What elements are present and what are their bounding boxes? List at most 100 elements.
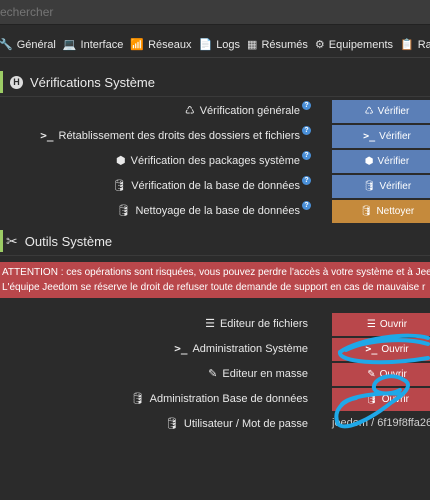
row-label-text: Nettoyage de la base de données: [135, 204, 300, 217]
row-credentials: 🛢 Utilisateur / Mot de passe jeedom / 6f1…: [0, 413, 430, 437]
row-label-text: Administration Système: [192, 342, 308, 355]
database-icon: 🛢: [130, 393, 145, 405]
help-icon[interactable]: ?: [302, 151, 311, 160]
clean-database-button[interactable]: 🛢 Nettoyer: [332, 200, 430, 223]
tab-interface[interactable]: 💻 Interface: [63, 34, 131, 56]
warning-line-2: L'équipe Jeedom se réserve le droit de r…: [2, 282, 426, 293]
row-label: >_ Administration Système: [174, 342, 308, 355]
terminal-icon: >_: [363, 131, 376, 142]
section-outils-header: ✂ Outils Système: [0, 228, 430, 254]
search-bar: [0, 0, 430, 25]
button-label: Ouvrir: [379, 369, 407, 380]
verify-general-button[interactable]: ♺ Vérifier: [332, 100, 430, 123]
tab-label: Général: [16, 38, 56, 51]
section-accent-bar: [0, 230, 3, 252]
section-accent-bar: [0, 71, 3, 93]
row-nettoyage-base: 🛢 Nettoyage de la base de données ? 🛢 Nett…: [0, 200, 430, 224]
search-input[interactable]: [0, 0, 430, 24]
section-title: Vérifications Système: [30, 74, 155, 90]
terminal-icon: >_: [365, 344, 378, 355]
divider: [0, 96, 430, 97]
database-icon: 🛢: [164, 418, 179, 430]
help-icon[interactable]: ?: [302, 101, 311, 110]
database-icon: 🛢: [365, 394, 378, 405]
tab-general[interactable]: 🔧 Général: [0, 34, 63, 56]
tab-logs[interactable]: 📄 Logs: [198, 34, 247, 56]
row-label-text: Editeur de fichiers: [219, 317, 308, 330]
tab-resumes[interactable]: ▦ Résumés: [247, 34, 315, 56]
row-administration-systeme: >_ Administration Système >_ Ouvrir: [0, 338, 430, 362]
clipboard-icon: 📋: [400, 39, 414, 51]
warning-alert: ATTENTION : ces opérations sont risquées…: [0, 262, 430, 298]
database-icon: 🛢: [116, 205, 131, 217]
row-label: ☰ Editeur de fichiers: [205, 317, 308, 331]
open-system-admin-button[interactable]: >_ Ouvrir: [332, 338, 430, 361]
database-icon: 🛢: [359, 206, 373, 217]
indent-icon: ☰: [366, 319, 376, 330]
tab-label: Equipements: [328, 38, 394, 51]
tab-label: Réseaux: [148, 38, 192, 51]
help-icon[interactable]: ?: [302, 126, 311, 135]
help-icon[interactable]: ?: [302, 176, 311, 185]
recycle-icon: ♺: [184, 105, 195, 117]
row-label: >_ Rétablissement des droits des dossiers…: [40, 129, 300, 142]
terminal-icon: >_: [174, 342, 188, 355]
row-label: 🛢 Administration Base de données: [130, 392, 308, 406]
tab-reseaux[interactable]: 📶 Réseaux: [130, 34, 198, 56]
rss-icon: 📶: [130, 39, 145, 51]
tab-label: Logs: [216, 38, 241, 51]
tab-label: Rapport: [417, 38, 430, 51]
row-retablissement-droits: >_ Rétablissement des droits des dossiers…: [0, 125, 430, 149]
row-verification-packages: ⬢ Vérification des packages système ? ⬢ Vé…: [0, 150, 430, 174]
verify-packages-button[interactable]: ⬢ Vérifier: [332, 150, 430, 173]
button-label: Vérifier: [377, 106, 410, 117]
recycle-icon: ♺: [364, 106, 374, 117]
fill-drip-icon: ✎: [367, 369, 376, 380]
row-label-text: Editeur en masse: [222, 367, 308, 380]
cubes-icon: ⬢: [364, 156, 374, 167]
cogs-icon: ⚙: [314, 39, 325, 51]
row-label-text: Administration Base de données: [149, 392, 308, 405]
row-label-text: Vérification de la base de données: [131, 179, 300, 192]
button-label: Vérifier: [377, 156, 410, 167]
verify-permissions-button[interactable]: >_ Vérifier: [332, 125, 430, 148]
row-label: ⬢ Vérification des packages système: [116, 154, 300, 168]
row-label: 🛢 Nettoyage de la base de données: [116, 204, 301, 218]
open-database-admin-button[interactable]: 🛢 Ouvrir: [332, 388, 430, 411]
row-label: 🛢 Vérification de la base de données: [112, 179, 300, 193]
tab-rapport[interactable]: 📋Rapport: [400, 34, 430, 56]
section-verifications-header: H Vérifications Système: [0, 69, 430, 95]
cubes-icon: ⬢: [116, 155, 126, 167]
health-icon: H: [10, 75, 23, 89]
row-label-text: Vérification des packages système: [130, 154, 300, 167]
divider: [0, 255, 430, 256]
tab-label: Interface: [80, 38, 124, 51]
button-label: Nettoyer: [376, 206, 415, 217]
config-tabs: 🔧 Général 💻 Interface 📶 Réseaux 📄 Logs ▦ Résu…: [0, 32, 430, 58]
row-label-text: Rétablissement des droits des dossiers e…: [58, 129, 301, 142]
section-title: Outils Système: [24, 233, 113, 249]
wrench-icon: 🔧: [0, 39, 13, 51]
table-icon: ▦: [247, 39, 258, 51]
open-mass-editor-button[interactable]: ✎ Ouvrir: [332, 363, 430, 386]
indent-icon: ☰: [205, 318, 215, 330]
credentials-value: jeedom / 6f19f8ffa265: [332, 417, 430, 429]
button-label: Ouvrir: [379, 319, 408, 330]
terminal-icon: >_: [40, 129, 54, 142]
open-file-editor-button[interactable]: ☰ Ouvrir: [332, 313, 430, 336]
warning-line-1: ATTENTION : ces opérations sont risquées…: [2, 267, 430, 278]
row-verification-generale: ♺ Vérification générale ? ♺ Vérifier: [0, 100, 430, 124]
file-icon: 📄: [198, 39, 213, 51]
verify-database-button[interactable]: 🛢 Vérifier: [332, 175, 430, 198]
row-label-text: Utilisateur / Mot de passe: [183, 417, 308, 430]
row-administration-base: 🛢 Administration Base de données 🛢 Ouvrir: [0, 388, 430, 412]
row-label: 🛢 Utilisateur / Mot de passe: [164, 417, 308, 431]
row-label: ♺ Vérification générale: [184, 104, 300, 118]
tools-icon: ✂: [6, 232, 18, 249]
help-icon[interactable]: ?: [302, 201, 311, 210]
button-label: Vérifier: [379, 181, 412, 192]
tab-label: Résumés: [261, 38, 308, 51]
row-label-text: Vérification générale: [199, 104, 300, 117]
tab-equipements[interactable]: ⚙ Equipements: [315, 34, 400, 56]
laptop-icon: 💻: [62, 39, 77, 51]
